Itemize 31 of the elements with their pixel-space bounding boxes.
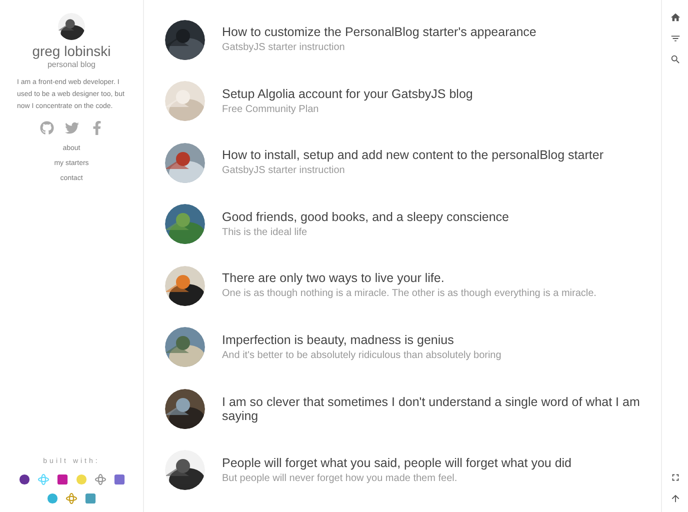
logo-icon: [66, 493, 77, 504]
post-title[interactable]: I am so clever that sometimes I don't understand a single word of what I am saying: [222, 394, 645, 423]
scroll-top-icon[interactable]: [670, 493, 680, 504]
post-title[interactable]: How to customize the PersonalBlog starter's appearance: [222, 25, 536, 40]
logo-icon: [38, 474, 48, 485]
post-subtitle: GatsbyJS starter instruction: [222, 41, 346, 54]
post-title[interactable]: How to install, setup and add new content to the personalBlog starter: [222, 148, 604, 162]
author-name: greg lobinski: [32, 42, 111, 60]
post-title[interactable]: Imperfection is beauty, madness is genius: [222, 332, 502, 347]
logo-icon: [47, 493, 58, 504]
post-title[interactable]: There are only two ways to live your life.: [222, 271, 596, 286]
post-title[interactable]: Setup Algolia account for your GatsbyJS blog: [222, 86, 473, 101]
post-subtitle: This is the ideal life: [222, 226, 308, 239]
home-icon[interactable]: [670, 12, 680, 23]
post-subtitle: And it's better to be absolutely ridiculous than absolutely boring: [222, 348, 502, 362]
post-subtitle: GatsbyJS starter instruction: [222, 164, 346, 178]
logo-icon: [76, 474, 86, 485]
post-title[interactable]: Good friends, good books, and a sleepy conscience: [222, 210, 509, 224]
logo-icon: [18, 474, 30, 485]
search-icon[interactable]: [670, 54, 680, 65]
post-subtitle: Free Community Plan: [222, 102, 320, 116]
logo-icon: [94, 474, 106, 485]
logo-icon: [56, 474, 68, 485]
fullscreen-icon[interactable]: [670, 472, 680, 483]
filter-icon[interactable]: [670, 33, 680, 44]
post-subtitle: One is as though nothing is a miracle. The other is as though everything is a miracle.: [222, 287, 596, 300]
logo-icon: [114, 474, 124, 485]
post-subtitle: But people will never forget how you made them feel.: [222, 472, 458, 485]
logo-icon: [85, 493, 96, 504]
post-title[interactable]: People will forget what you said, people will forget what you did: [222, 456, 572, 470]
blog-tagline: personal blog: [47, 60, 96, 70]
